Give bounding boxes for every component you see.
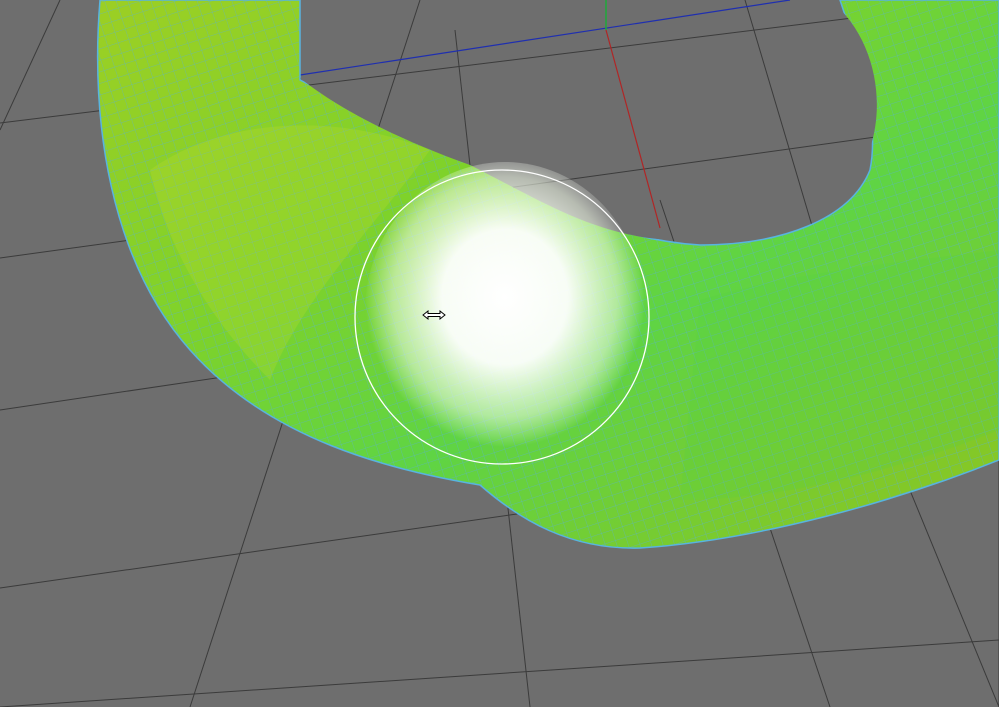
z-axis [605, 29, 661, 229]
3d-viewport[interactable] [0, 0, 999, 707]
brush-falloff-highlight [365, 162, 645, 462]
viewport-canvas[interactable] [0, 0, 999, 707]
x-axis [299, 0, 791, 76]
